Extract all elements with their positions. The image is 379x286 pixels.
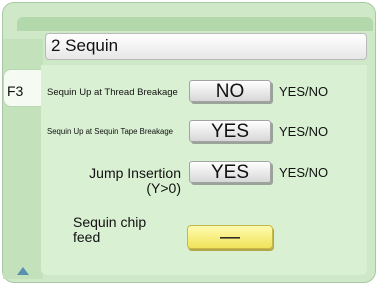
setting-label-tape-breakage: Sequin Up at Sequin Tape Breakage	[47, 127, 173, 136]
thread-breakage-value-button[interactable]: NO	[189, 80, 271, 102]
thread-breakage-options: YES/NO	[279, 84, 329, 99]
sequin-chip-feed-button[interactable]: —	[187, 225, 273, 249]
tab-f3-label: F3	[7, 83, 24, 99]
jump-insertion-value-button[interactable]: YES	[189, 161, 271, 183]
setting-label-jump-insertion: Jump Insertion (Y>0)	[89, 165, 181, 196]
triangle-up-icon[interactable]	[17, 267, 29, 275]
setting-label-thread-breakage: Sequin Up at Thread Breakage	[47, 87, 178, 98]
setting-label-sequin-chip-feed: Sequin chip feed	[73, 214, 147, 245]
jump-insertion-options: YES/NO	[279, 165, 329, 180]
panel-frame: F3 2 Sequin Sequin Up at Thread Breakage…	[2, 2, 376, 283]
top-stripe	[17, 17, 373, 31]
page-title: 2 Sequin	[51, 36, 119, 55]
tape-breakage-value-button[interactable]: YES	[189, 120, 271, 142]
tape-breakage-options: YES/NO	[279, 124, 329, 139]
